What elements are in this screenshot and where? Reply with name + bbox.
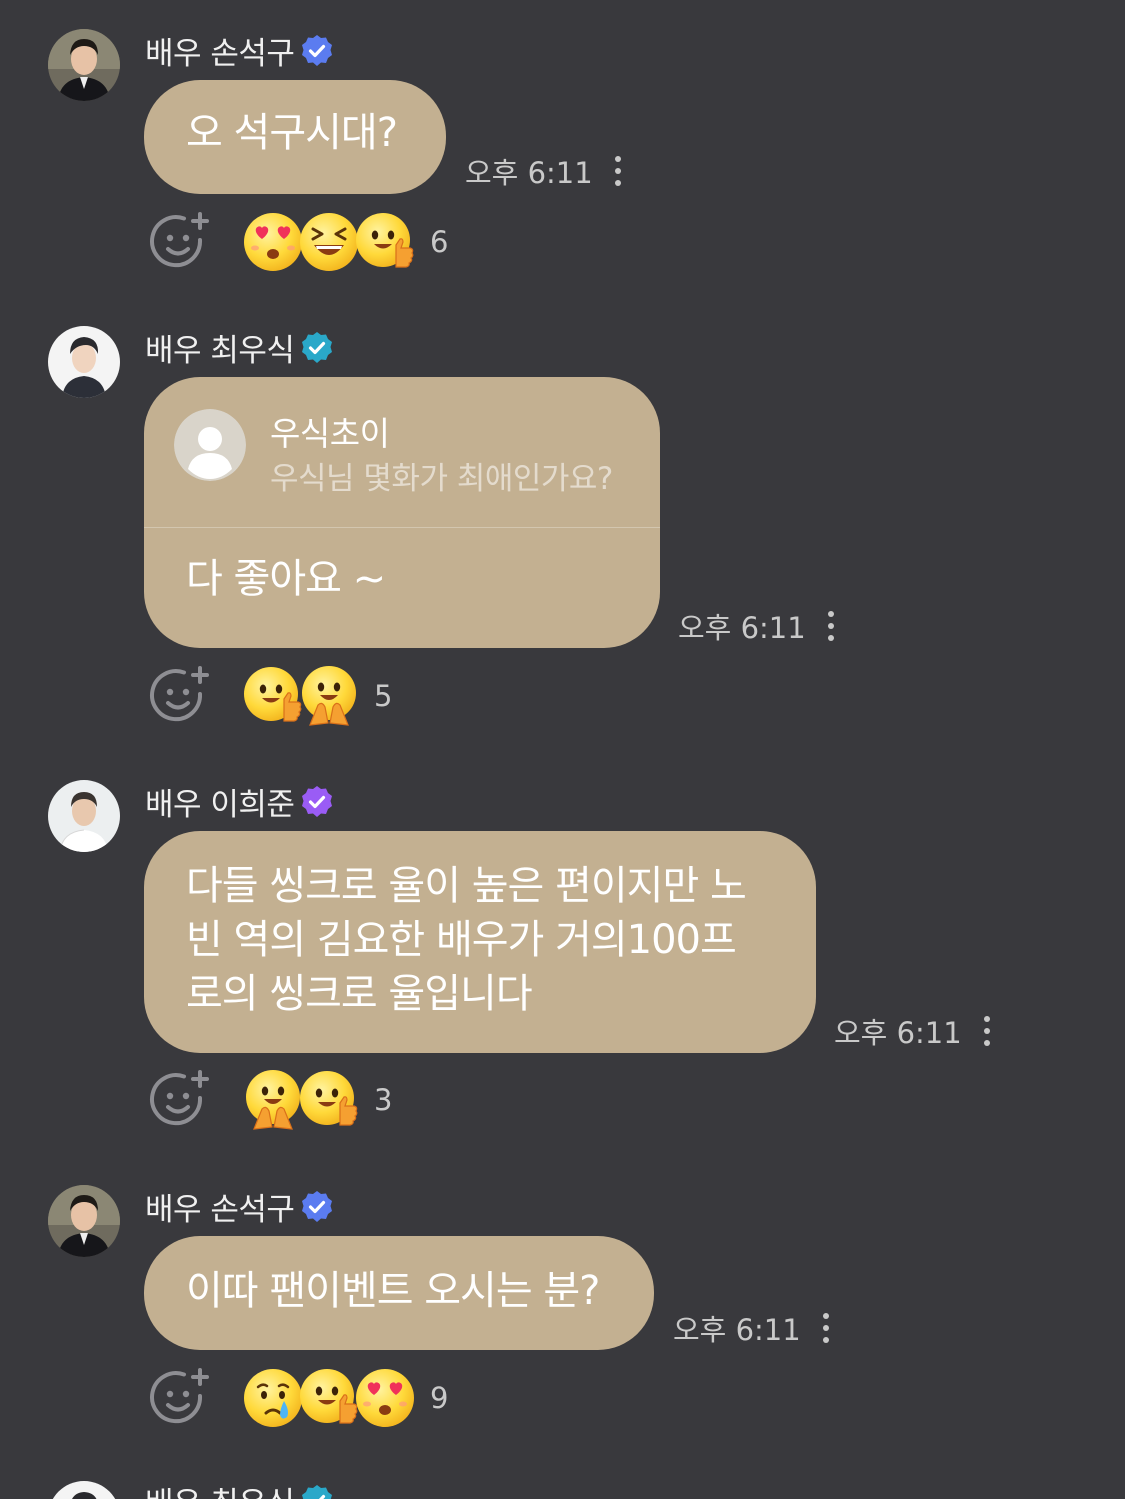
message-item: 배우 최우식	[0, 0, 1125, 1499]
author-name: 배우 최우식	[145, 1478, 295, 1499]
avatar[interactable]	[48, 1481, 120, 1499]
verified-badge-icon	[300, 1484, 334, 1499]
author-row: 배우 최우식	[145, 1478, 334, 1499]
